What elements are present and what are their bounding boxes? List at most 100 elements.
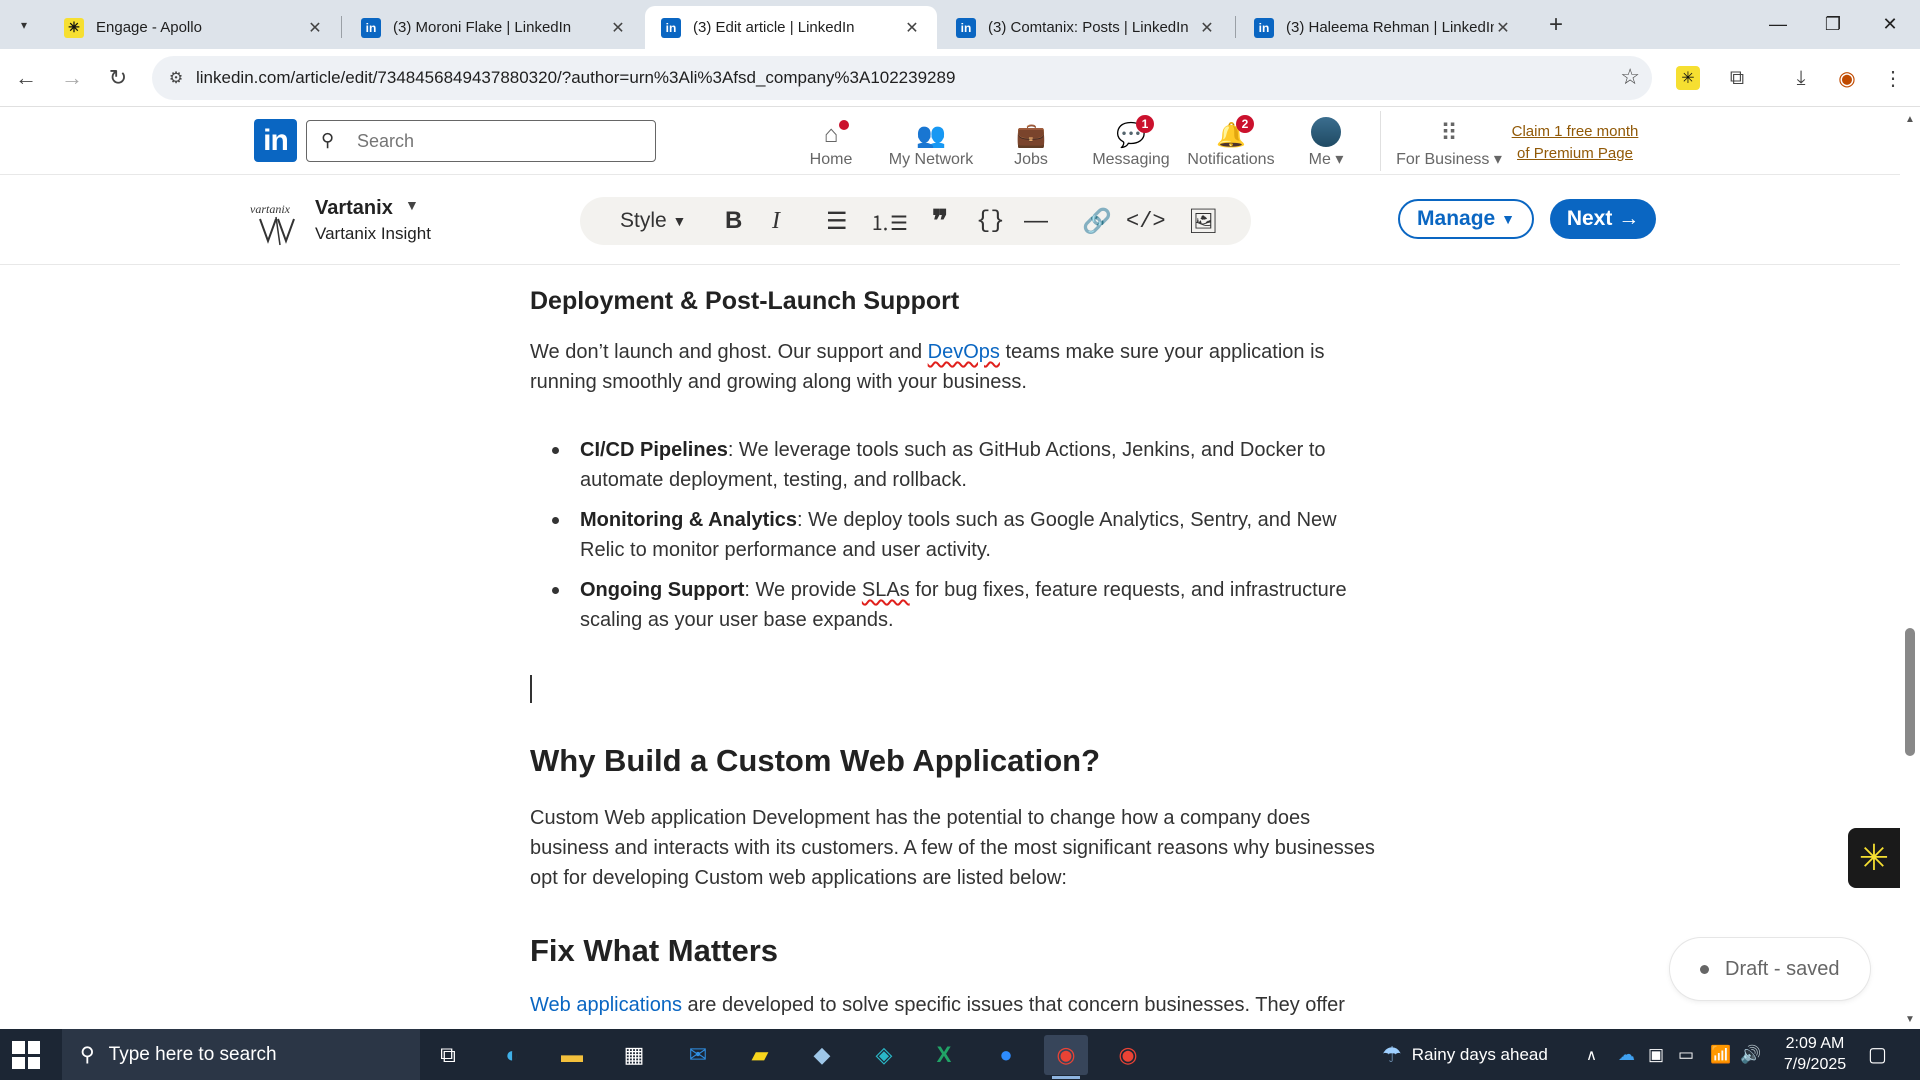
tab-comtanix[interactable]: in (3) Comtanix: Posts | LinkedIn ✕ <box>940 6 1232 49</box>
system-clock[interactable]: 2:09 AM 7/9/2025 <box>1770 1033 1860 1075</box>
scroll-down-icon[interactable]: ▼ <box>1903 1012 1917 1026</box>
search-input[interactable] <box>357 129 637 153</box>
apollo-widget-icon[interactable]: ✳ <box>1848 828 1900 888</box>
excel-icon[interactable]: X <box>922 1035 966 1075</box>
nav-my-network[interactable]: 👥 My Network <box>881 113 981 169</box>
divider-icon[interactable]: — <box>1024 203 1048 239</box>
paragraph[interactable]: Custom Web application Development has t… <box>530 803 1375 893</box>
reload-button[interactable]: ↻ <box>102 62 134 94</box>
battery-icon[interactable]: ▭ <box>1678 1029 1694 1080</box>
bullet-list[interactable]: CI/CD Pipelines: We leverage tools such … <box>552 435 1375 645</box>
embed-code-icon[interactable]: </> <box>1126 203 1166 239</box>
premium-line: Claim 1 free month <box>1511 123 1639 140</box>
tab-search-dropdown[interactable]: ▾ <box>10 12 38 38</box>
list-item[interactable]: CI/CD Pipelines: We leverage tools such … <box>552 435 1375 495</box>
url-text[interactable]: linkedin.com/article/edit/73484568494378… <box>196 68 955 88</box>
download-icon[interactable]: ⤓ <box>1786 63 1816 93</box>
weather-widget[interactable]: ☂ Rainy days ahead <box>1382 1029 1548 1080</box>
tab-haleema[interactable]: in (3) Haleema Rehman | LinkedIn ✕ <box>1238 6 1528 49</box>
nav-jobs[interactable]: 💼 Jobs <box>981 113 1081 169</box>
taskbar-search[interactable]: ⚲ Type here to search <box>62 1029 420 1080</box>
paint-icon[interactable]: ◆ <box>800 1035 844 1075</box>
restore-button[interactable]: ❐ <box>1813 8 1853 40</box>
extensions-puzzle-icon[interactable]: ⧉ <box>1722 63 1752 93</box>
devops-link[interactable]: DevOps <box>928 341 1000 363</box>
notification-center-icon[interactable]: ▢ <box>1868 1029 1887 1080</box>
nav-me[interactable]: Me ▾ <box>1278 113 1374 169</box>
store-icon[interactable]: ▦ <box>612 1035 656 1075</box>
volume-icon[interactable]: 🔊 <box>1740 1029 1761 1080</box>
chrome-icon[interactable]: ◉ <box>1044 1035 1088 1079</box>
close-window-button[interactable]: ✕ <box>1870 8 1910 40</box>
list-item[interactable]: Monitoring & Analytics: We deploy tools … <box>552 505 1375 565</box>
tray-overflow-icon[interactable]: ∧ <box>1586 1029 1597 1080</box>
numbered-list-icon[interactable]: ⒈☰ <box>870 203 908 239</box>
manage-button[interactable]: Manage ▼ <box>1398 199 1534 239</box>
section-heading[interactable]: Fix What Matters <box>530 933 778 969</box>
profile-icon[interactable]: ◉ <box>1832 63 1862 93</box>
scrollbar-thumb[interactable] <box>1905 628 1915 756</box>
close-icon[interactable]: ✕ <box>1198 18 1216 38</box>
back-button[interactable]: ← <box>10 62 42 94</box>
paragraph[interactable]: Web applications are developed to solve … <box>530 990 1375 1020</box>
code-block-icon[interactable]: {} <box>976 203 1005 239</box>
link-icon[interactable]: 🔗 <box>1082 203 1112 239</box>
close-icon[interactable]: ✕ <box>609 18 627 38</box>
windows-start-icon[interactable] <box>12 1041 40 1069</box>
linkedin-logo[interactable]: in <box>254 119 297 162</box>
next-button[interactable]: Next → <box>1550 199 1656 239</box>
section-heading[interactable]: Why Build a Custom Web Application? <box>530 743 1100 779</box>
scroll-up-icon[interactable]: ▲ <box>1903 112 1917 126</box>
forward-button[interactable]: → <box>56 62 88 94</box>
menu-kebab-icon[interactable]: ⋮ <box>1878 63 1908 93</box>
sticky-notes-icon[interactable]: ▰ <box>738 1035 782 1075</box>
italic-button[interactable]: I <box>772 203 780 239</box>
style-label: Style <box>620 209 667 232</box>
web-applications-link[interactable]: Web applications <box>530 994 682 1016</box>
bookmark-star-icon[interactable]: ☆ <box>1620 64 1640 90</box>
app-diamond-icon[interactable]: ◈ <box>862 1035 906 1075</box>
image-icon[interactable]: 🖼 <box>1188 203 1218 239</box>
meet-now-icon[interactable]: ▣ <box>1648 1029 1664 1080</box>
chrome-profile-icon[interactable]: ◉ <box>1106 1035 1150 1075</box>
author-selector[interactable]: vartanix Vartanix ▼ Vartanix Insight <box>250 197 450 247</box>
style-dropdown[interactable]: Style ▼ <box>620 203 686 239</box>
list-item[interactable]: Ongoing Support: We provide SLAs for bug… <box>552 575 1375 635</box>
section-heading[interactable]: Deployment & Post-Launch Support <box>530 287 959 316</box>
mail-icon[interactable]: ✉ <box>676 1035 720 1075</box>
edge-icon[interactable]: ◐ <box>490 1035 534 1075</box>
file-explorer-icon[interactable]: ▬ <box>550 1035 594 1075</box>
paragraph[interactable]: We don’t launch and ghost. Our support a… <box>530 337 1375 397</box>
nav-notifications[interactable]: 🔔 2 Notifications <box>1181 113 1281 169</box>
wifi-icon[interactable]: 📶 <box>1710 1029 1731 1080</box>
search-icon: ⚲ <box>80 1044 95 1066</box>
close-icon[interactable]: ✕ <box>306 18 324 38</box>
close-icon[interactable]: ✕ <box>903 18 921 38</box>
bold-button[interactable]: B <box>725 203 742 239</box>
search-box[interactable]: ⚲ <box>306 120 656 162</box>
minimize-button[interactable]: — <box>1758 8 1798 40</box>
page-scrollbar[interactable] <box>1900 107 1920 1029</box>
onedrive-icon[interactable]: ☁ <box>1618 1029 1635 1080</box>
new-tab-button[interactable]: + <box>1541 10 1571 40</box>
apollo-extension-icon[interactable]: ✳ <box>1676 66 1700 90</box>
close-icon[interactable]: ✕ <box>1494 18 1512 38</box>
tab-apollo[interactable]: ✳ Engage - Apollo ✕ <box>48 6 340 49</box>
company-logo-graphic: vartanix <box>250 202 295 246</box>
bulleted-list-icon[interactable]: ☰ <box>826 203 848 239</box>
tab-moroni[interactable]: in (3) Moroni Flake | LinkedIn ✕ <box>345 6 643 49</box>
tab-edit-article[interactable]: in (3) Edit article | LinkedIn ✕ <box>645 6 937 49</box>
zoom-icon[interactable]: ● <box>984 1035 1028 1075</box>
nav-for-business[interactable]: ⠿ For Business ▾ <box>1394 113 1504 169</box>
address-bar[interactable]: ⚙ linkedin.com/article/edit/734845684943… <box>152 56 1652 100</box>
premium-upsell-link[interactable]: Claim 1 free month of Premium Page <box>1500 121 1650 165</box>
quote-icon[interactable]: ❞ <box>932 203 948 239</box>
chevron-down-icon: ▼ <box>1501 211 1515 227</box>
arrow-right-icon: → <box>1618 207 1640 230</box>
chevron-down-icon: ▼ <box>672 213 687 229</box>
network-icon: 👥 <box>916 121 946 149</box>
nav-home[interactable]: ⌂ Home <box>781 113 881 169</box>
task-view-icon[interactable]: ⧉ <box>426 1035 470 1075</box>
site-info-icon[interactable]: ⚙ <box>164 66 188 90</box>
nav-messaging[interactable]: 💬 1 Messaging <box>1081 113 1181 169</box>
